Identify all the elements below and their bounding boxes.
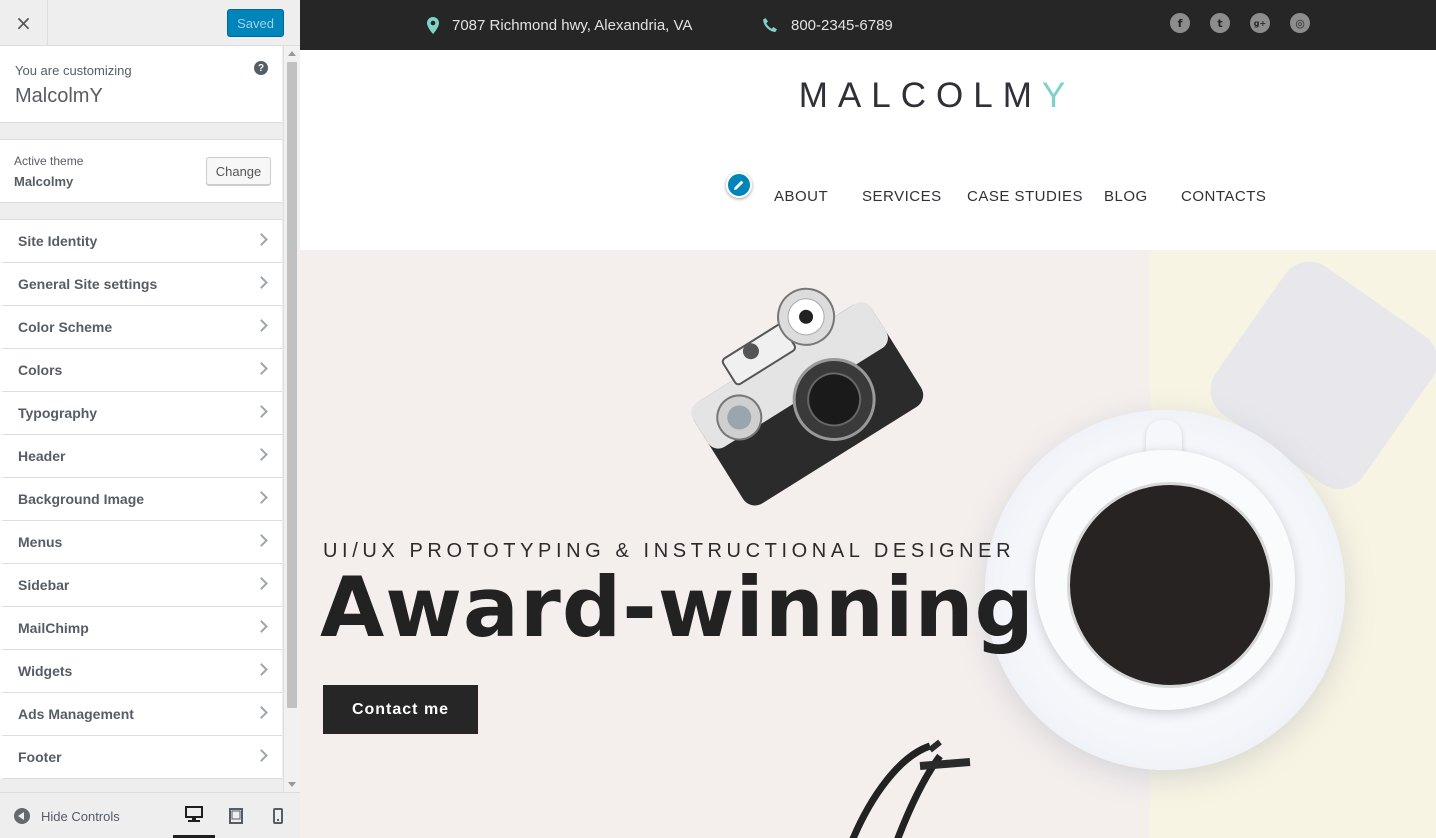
scroll-down-icon[interactable] bbox=[288, 782, 296, 787]
facebook-icon[interactable]: f bbox=[1170, 13, 1190, 33]
change-theme-button[interactable]: Change bbox=[206, 157, 271, 185]
customizing-info: You are customizing MalcolmY ? bbox=[0, 46, 282, 123]
nav-item-services[interactable]: SERVICES bbox=[862, 188, 942, 205]
panel-item-label: Background Image bbox=[18, 491, 145, 507]
scrollbar-thumb[interactable] bbox=[287, 62, 297, 708]
panel-item-sidebar[interactable]: Sidebar bbox=[0, 564, 282, 607]
nav-item-contacts[interactable]: CONTACTS bbox=[1181, 188, 1266, 205]
customizer-sidebar: × Saved You are customizing MalcolmY ? A… bbox=[0, 0, 300, 838]
panel-list: Site Identity General Site settings Color … bbox=[0, 219, 282, 779]
twitter-icon[interactable]: t bbox=[1210, 13, 1230, 33]
active-theme-label: Active theme bbox=[14, 154, 84, 168]
chevron-right-icon bbox=[255, 233, 268, 246]
panel-item-footer[interactable]: Footer bbox=[0, 736, 282, 779]
site-logo[interactable]: MALCOLMY bbox=[300, 76, 1436, 116]
panel-item-color-scheme[interactable]: Color Scheme bbox=[0, 306, 282, 349]
nav-item-about[interactable]: ABOUT bbox=[774, 188, 828, 205]
chevron-right-icon bbox=[255, 491, 268, 504]
panel-item-background-image[interactable]: Background Image bbox=[0, 478, 282, 521]
chevron-right-icon bbox=[255, 534, 268, 547]
panel-item-label: General Site settings bbox=[18, 276, 158, 292]
site-preview: 7087 Richmond hwy, Alexandria, VA 800-23… bbox=[300, 0, 1436, 838]
chevron-right-icon bbox=[255, 620, 268, 633]
active-theme-name: Malcolmy bbox=[14, 174, 74, 189]
panel-item-label: Menus bbox=[18, 534, 63, 550]
customizing-label: You are customizing bbox=[15, 63, 132, 78]
chevron-right-icon bbox=[255, 749, 268, 762]
phone-info: 800-2345-6789 bbox=[762, 0, 893, 50]
panel-item-header[interactable]: Header bbox=[0, 435, 282, 478]
chevron-right-icon bbox=[255, 362, 268, 375]
chevron-right-icon bbox=[255, 577, 268, 590]
panel-item-label: Colors bbox=[18, 362, 63, 378]
google-plus-icon[interactable]: g+ bbox=[1250, 13, 1270, 33]
panel-item-general-site-settings[interactable]: General Site settings bbox=[0, 263, 282, 306]
logo-accent-letter: Y bbox=[1041, 76, 1076, 115]
panel-item-ads-management[interactable]: Ads Management bbox=[0, 693, 282, 736]
hero-coffee-image bbox=[1067, 482, 1273, 688]
panel-item-menus[interactable]: Menus bbox=[0, 521, 282, 564]
phone-icon bbox=[763, 18, 777, 32]
panel-item-label: Footer bbox=[18, 749, 62, 765]
customizer-header: × Saved bbox=[0, 0, 300, 46]
chevron-right-icon bbox=[255, 706, 268, 719]
scroll-up-icon[interactable] bbox=[288, 51, 296, 56]
hero-section: UI/UX PROTOTYPING & INSTRUCTIONAL DESIGN… bbox=[300, 250, 1436, 838]
panel-item-label: Site Identity bbox=[18, 233, 98, 249]
panel-item-site-identity[interactable]: Site Identity bbox=[0, 220, 282, 263]
panel-item-label: MailChimp bbox=[18, 620, 89, 636]
customizer-panel-area: You are customizing MalcolmY ? Active th… bbox=[0, 46, 284, 792]
close-icon[interactable]: × bbox=[0, 0, 48, 46]
site-title: MalcolmY bbox=[15, 85, 103, 107]
help-icon[interactable]: ? bbox=[254, 61, 268, 75]
glasses-image bbox=[849, 739, 971, 838]
camera-image bbox=[691, 287, 924, 506]
mobile-icon bbox=[273, 808, 283, 824]
panel-item-mailchimp[interactable]: MailChimp bbox=[0, 607, 282, 650]
phone-text: 800-2345-6789 bbox=[791, 16, 893, 34]
chevron-right-icon bbox=[255, 276, 268, 289]
main-navigation: ABOUT SERVICES CASE STUDIES BLOG CONTACT… bbox=[300, 188, 1436, 208]
desktop-preview-button[interactable] bbox=[173, 793, 215, 838]
instagram-icon[interactable]: ◎ bbox=[1290, 13, 1310, 33]
chevron-right-icon bbox=[255, 405, 268, 418]
contact-me-button[interactable]: Contact me bbox=[323, 685, 478, 734]
hide-controls-label: Hide Controls bbox=[41, 808, 120, 824]
panel-item-label: Sidebar bbox=[18, 577, 70, 593]
nav-item-case-studies[interactable]: CASE STUDIES bbox=[967, 188, 1083, 205]
address-text: 7087 Richmond hwy, Alexandria, VA bbox=[452, 16, 693, 34]
logo-text: MALCOLM bbox=[798, 76, 1042, 115]
panel-item-label: Typography bbox=[18, 405, 98, 421]
saved-button[interactable]: Saved bbox=[227, 9, 284, 37]
preview-topbar: 7087 Richmond hwy, Alexandria, VA 800-23… bbox=[300, 0, 1436, 50]
address-info: 7087 Richmond hwy, Alexandria, VA bbox=[427, 0, 692, 50]
desktop-icon bbox=[185, 805, 203, 822]
tablet-preview-button[interactable] bbox=[215, 793, 257, 838]
panel-item-typography[interactable]: Typography bbox=[0, 392, 282, 435]
customizer-footer: Hide Controls bbox=[0, 792, 300, 838]
tablet-icon bbox=[229, 808, 243, 824]
mobile-preview-button[interactable] bbox=[257, 793, 299, 838]
panel-item-label: Header bbox=[18, 448, 66, 464]
panel-item-label: Ads Management bbox=[18, 706, 134, 722]
map-pin-icon bbox=[427, 16, 439, 34]
hero-title: Award-winning bbox=[320, 559, 1035, 656]
sidebar-scrollbar[interactable] bbox=[283, 46, 300, 792]
chevron-right-icon bbox=[255, 663, 268, 676]
panel-item-label: Color Scheme bbox=[18, 319, 113, 335]
chevron-right-icon bbox=[255, 448, 268, 461]
panel-item-label: Widgets bbox=[18, 663, 73, 679]
nav-item-blog[interactable]: BLOG bbox=[1104, 188, 1148, 205]
chevron-right-icon bbox=[255, 319, 268, 332]
active-theme-section: Active theme Malcolmy Change bbox=[0, 139, 282, 203]
hide-controls-button[interactable]: Hide Controls bbox=[14, 793, 120, 838]
collapse-arrow-icon bbox=[14, 808, 30, 824]
panel-item-widgets[interactable]: Widgets bbox=[0, 650, 282, 693]
panel-item-colors[interactable]: Colors bbox=[0, 349, 282, 392]
